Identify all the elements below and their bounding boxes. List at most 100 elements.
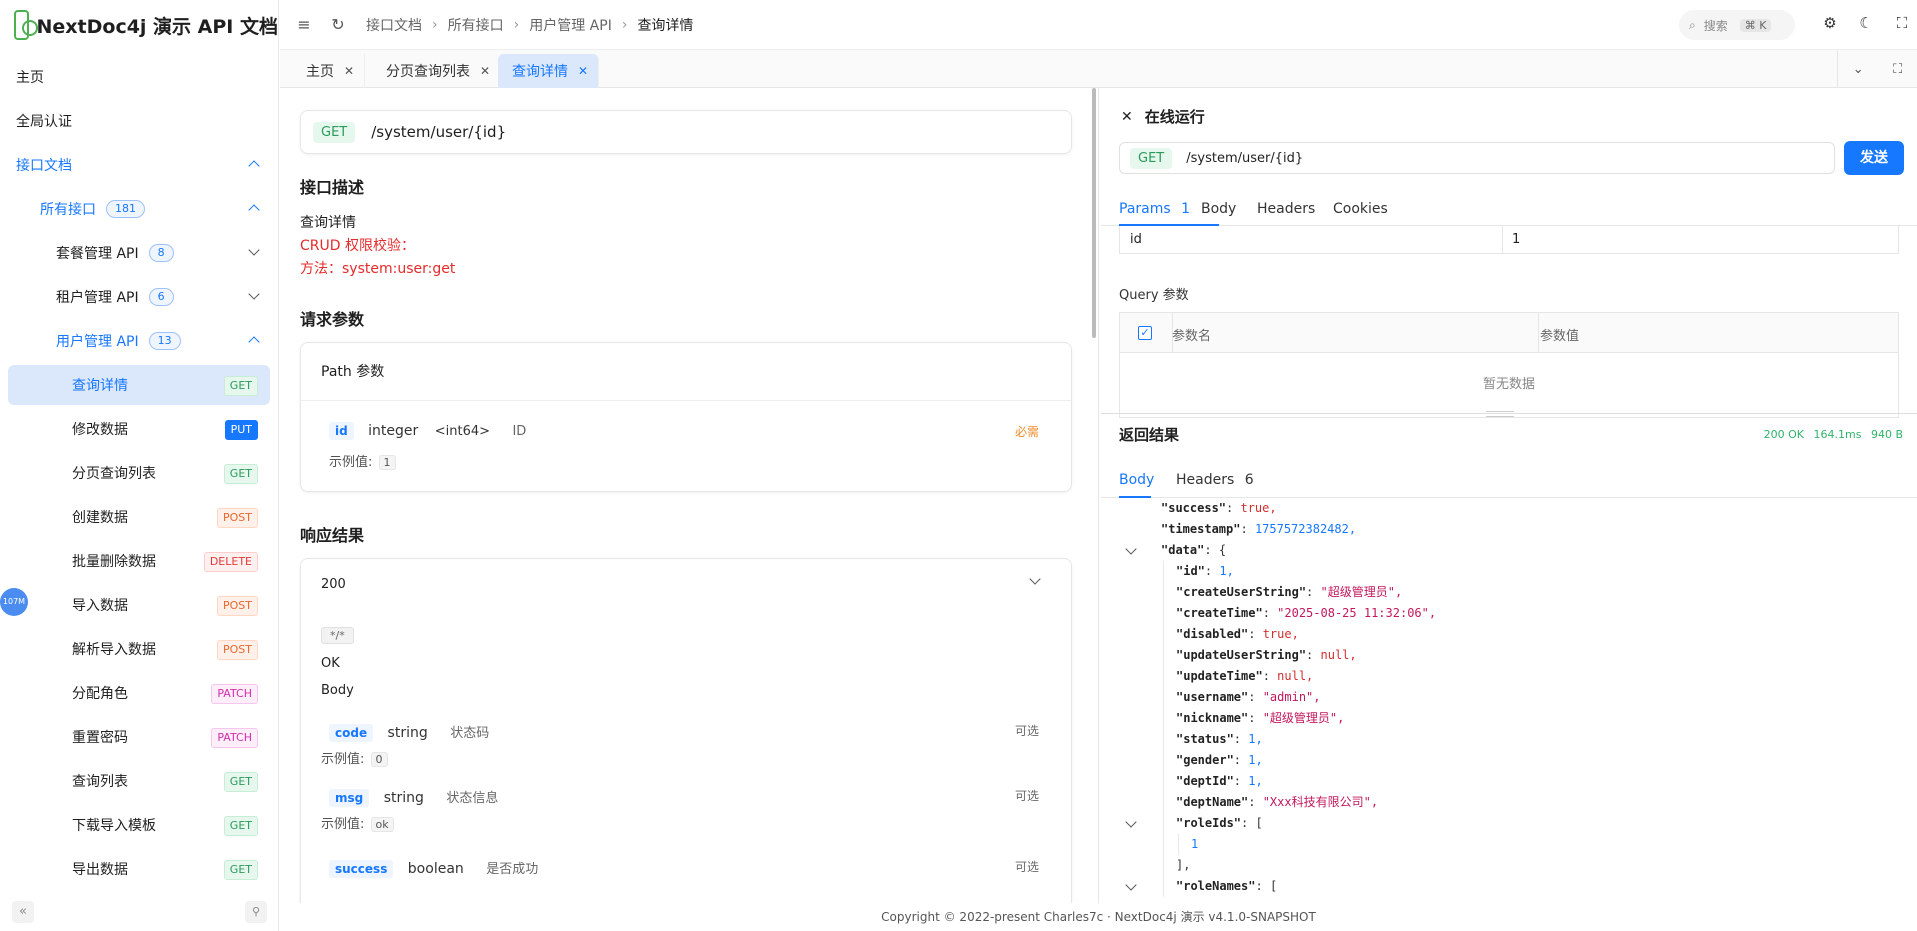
method-badge: POST bbox=[217, 640, 258, 660]
tab-headers[interactable]: Headers bbox=[1257, 192, 1315, 226]
menu-icon[interactable]: ≡ bbox=[294, 15, 314, 35]
send-button[interactable]: 发送 bbox=[1844, 141, 1904, 175]
param-example: 示例值: 1 bbox=[301, 435, 1071, 470]
fullscreen-icon[interactable]: ⛶ bbox=[1893, 14, 1911, 32]
sidebar-item-page-list[interactable]: 分页查询列表 GET bbox=[8, 453, 270, 493]
sidebar-item-user-api[interactable]: 用户管理 API 13 bbox=[8, 321, 270, 361]
api-doc-panel: GET /system/user/{id} 接口描述 查询详情 CRUD 权限校… bbox=[280, 88, 1092, 903]
json-line: "deptId": 1, bbox=[1176, 771, 1263, 792]
sidebar-item-assign-role[interactable]: 分配角色 PATCH bbox=[8, 673, 270, 713]
breadcrumb-item[interactable]: 所有接口 bbox=[448, 15, 504, 35]
method-badge: POST bbox=[217, 508, 258, 528]
json-colon: : bbox=[1255, 879, 1270, 893]
close-icon[interactable]: ✕ bbox=[480, 64, 490, 78]
json-line: "createUserString": "超级管理员", bbox=[1176, 582, 1402, 603]
response-code-row[interactable]: 200 bbox=[301, 559, 1071, 609]
response-time: 164.1ms bbox=[1813, 428, 1862, 441]
close-icon[interactable]: ✕ bbox=[344, 64, 354, 78]
param-value-input[interactable]: 1 bbox=[1512, 232, 1520, 247]
search-shortcut: ⌘ K bbox=[1739, 18, 1772, 32]
query-params-label: Query 参数 bbox=[1119, 288, 1189, 303]
json-key: "id" bbox=[1176, 564, 1205, 578]
refresh-icon[interactable]: ↻ bbox=[328, 15, 348, 35]
search-placeholder: 搜索 bbox=[1703, 18, 1728, 33]
breadcrumb-item[interactable]: 接口文档 bbox=[366, 15, 422, 35]
sidebar-item-list[interactable]: 查询列表 GET bbox=[8, 761, 270, 801]
path-params-title: Path 参数 bbox=[301, 343, 1071, 401]
sidebar-item-get-detail[interactable]: 查询详情 GET bbox=[8, 365, 270, 405]
top-header: ≡ ↻ 接口文档 › 所有接口 › 用户管理 API › 查询详情 ⌕ 搜索 ⌘… bbox=[280, 0, 1917, 50]
fold-chevron-icon[interactable] bbox=[1125, 879, 1137, 891]
vertical-resize-handle[interactable] bbox=[1101, 411, 1917, 417]
method-badge: GET bbox=[223, 816, 258, 836]
pin-icon[interactable]: ⚲ bbox=[245, 901, 267, 923]
search-button[interactable]: ⌕ 搜索 ⌘ K bbox=[1679, 10, 1795, 40]
tab-label: Params bbox=[1119, 201, 1171, 217]
scrollbar[interactable] bbox=[1092, 88, 1096, 338]
json-line: "updateUserString": null, bbox=[1176, 645, 1357, 666]
json-value: [ bbox=[1269, 879, 1278, 893]
sidebar-item-home[interactable]: 主页 bbox=[8, 57, 270, 97]
collapse-sidebar-icon[interactable]: « bbox=[12, 901, 34, 923]
dark-mode-moon-icon[interactable]: ☾ bbox=[1857, 14, 1875, 32]
close-icon[interactable]: ✕ bbox=[1121, 109, 1133, 125]
sidebar-item-download-template[interactable]: 下载导入模板 GET bbox=[8, 805, 270, 845]
sidebar-item-label: 所有接口 bbox=[40, 202, 96, 218]
json-key: "nickname" bbox=[1176, 711, 1249, 725]
sidebar-item-label: 接口文档 bbox=[16, 158, 72, 174]
request-url-field[interactable]: GET /system/user/{id} bbox=[1119, 142, 1835, 174]
json-line: "status": 1, bbox=[1176, 729, 1263, 750]
app-logo bbox=[14, 10, 38, 40]
sidebar-item-label: 创建数据 bbox=[72, 510, 128, 526]
json-line: 1 bbox=[1191, 834, 1198, 855]
sidebar-item-import[interactable]: 导入数据 POST bbox=[8, 585, 270, 625]
sidebar-item-parse-import[interactable]: 解析导入数据 POST bbox=[8, 629, 270, 669]
sidebar-item-reset-password[interactable]: 重置密码 PATCH bbox=[8, 717, 270, 757]
count-badge: 181 bbox=[106, 200, 145, 218]
json-key: "deptId" bbox=[1176, 774, 1234, 788]
sidebar-item-all-apis[interactable]: 所有接口 181 bbox=[8, 189, 270, 229]
json-line: "createTime": "2025-08-25 11:32:06", bbox=[1176, 603, 1436, 624]
sidebar-item-export[interactable]: 导出数据 GET bbox=[8, 849, 270, 889]
panel-splitter[interactable] bbox=[1092, 88, 1100, 903]
field-example: 示例值: 0 bbox=[301, 744, 1071, 767]
tab-response-headers[interactable]: Headers 6 bbox=[1176, 462, 1254, 498]
breadcrumb-item[interactable]: 用户管理 API bbox=[529, 15, 612, 35]
json-line: ], bbox=[1176, 855, 1190, 876]
json-value: [ bbox=[1255, 816, 1263, 830]
sidebar-item-tenant-api[interactable]: 租户管理 API 6 bbox=[8, 277, 270, 317]
chevron-down-icon[interactable]: ⌄ bbox=[1853, 62, 1864, 77]
tab-get-detail[interactable]: 查询详情 ✕ bbox=[498, 54, 600, 88]
sidebar-item-global-auth[interactable]: 全局认证 bbox=[8, 101, 270, 141]
sidebar-item-api-docs[interactable]: 接口文档 bbox=[8, 145, 270, 185]
required-label: 必需 bbox=[1014, 425, 1039, 439]
sidebar-item-create[interactable]: 创建数据 POST bbox=[8, 497, 270, 537]
tab-body[interactable]: Body bbox=[1201, 192, 1236, 226]
run-panel-title: 在线运行 bbox=[1144, 108, 1205, 126]
sidebar-item-batch-delete[interactable]: 批量删除数据 DELETE bbox=[8, 541, 270, 581]
json-colon: : bbox=[1248, 795, 1263, 809]
sidebar-item-update[interactable]: 修改数据 PUT bbox=[8, 409, 270, 449]
tab-page-list[interactable]: 分页查询列表 ✕ bbox=[360, 54, 502, 88]
json-line: "disabled": true, bbox=[1176, 624, 1299, 645]
field-description: 是否成功 bbox=[486, 862, 539, 877]
response-description: OK bbox=[321, 656, 340, 671]
tab-home[interactable]: 主页 ✕ bbox=[280, 54, 366, 88]
sidebar-item-package-api[interactable]: 套餐管理 API 8 bbox=[8, 233, 270, 273]
tab-bar: 主页 ✕ 分页查询列表 ✕ 查询详情 ✕ ⌄ ⛶ bbox=[280, 50, 1917, 88]
json-key: "status" bbox=[1176, 732, 1234, 746]
settings-gear-icon[interactable]: ⚙ bbox=[1821, 14, 1839, 32]
fold-chevron-icon[interactable] bbox=[1125, 543, 1137, 555]
fold-chevron-icon[interactable] bbox=[1125, 816, 1137, 828]
tab-response-body[interactable]: Body bbox=[1119, 462, 1154, 498]
tab-cookies[interactable]: Cookies bbox=[1333, 192, 1388, 226]
memory-badge[interactable]: 107M bbox=[0, 588, 28, 616]
close-icon[interactable]: ✕ bbox=[578, 64, 588, 78]
sidebar-item-label: 租户管理 API bbox=[56, 290, 139, 306]
screenshot-icon[interactable]: ⛶ bbox=[1893, 62, 1902, 77]
table-header: ✓ 参数名 参数值 bbox=[1120, 313, 1898, 353]
tab-label: 主页 bbox=[306, 64, 334, 80]
param-description: ID bbox=[512, 424, 527, 439]
select-all-checkbox[interactable]: ✓ bbox=[1138, 326, 1152, 340]
sidebar-item-label: 解析导入数据 bbox=[72, 642, 156, 658]
